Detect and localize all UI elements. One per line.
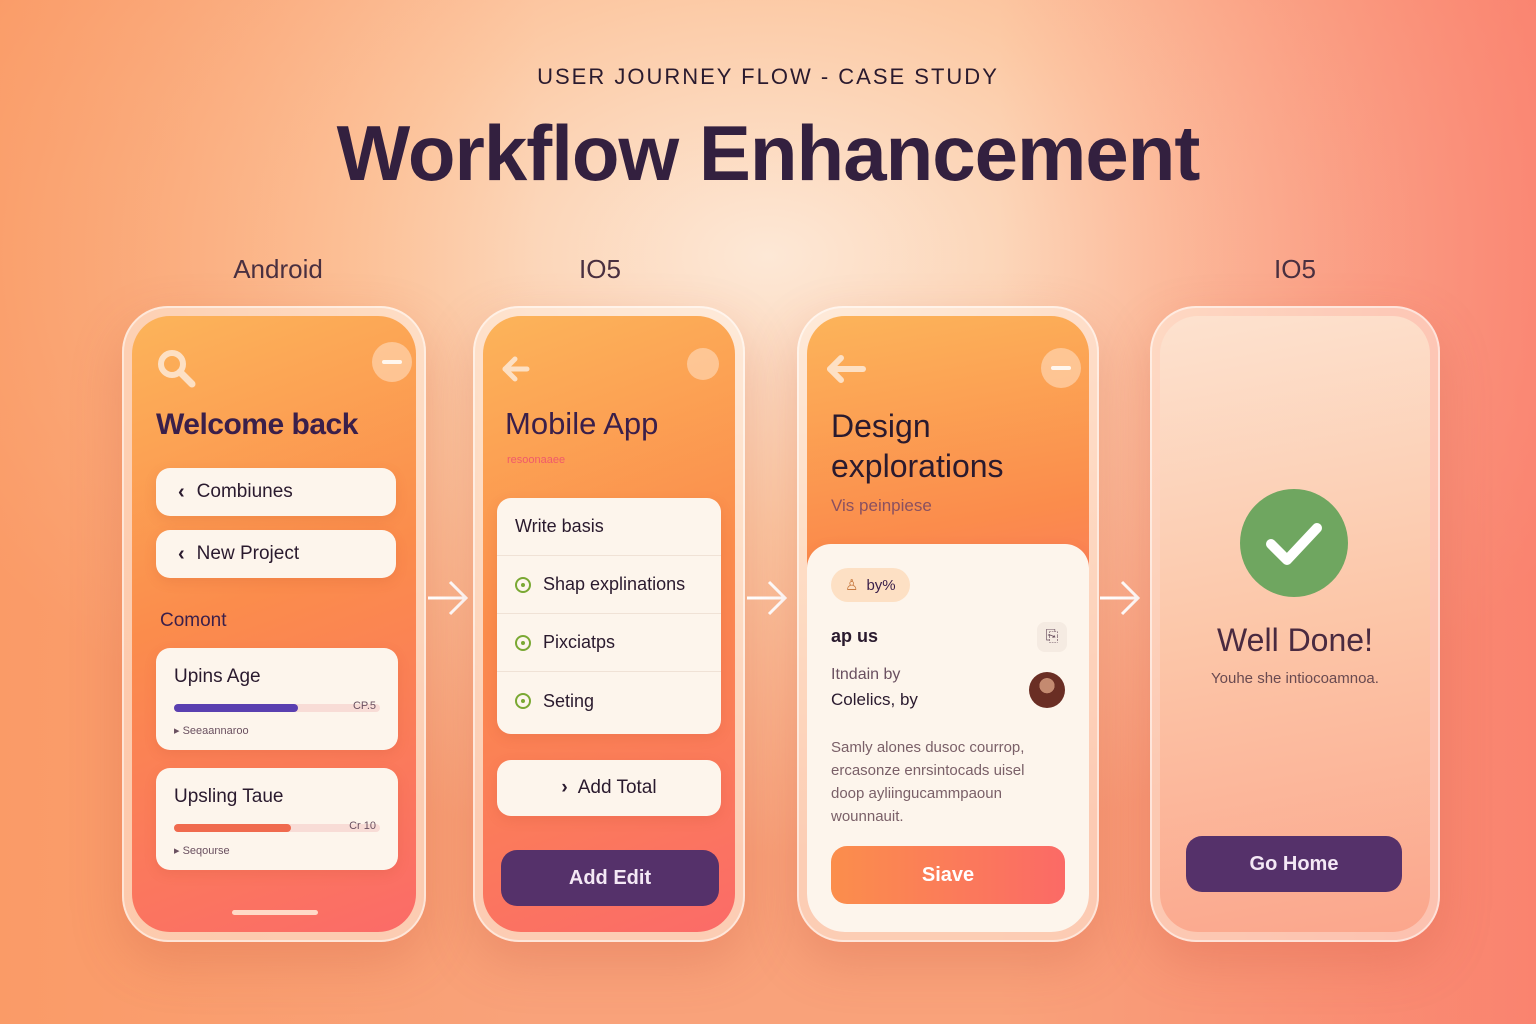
radio-icon	[515, 693, 531, 709]
attachment-icon[interactable]: ⎘	[1037, 622, 1067, 652]
combiunes-label: Combiunes	[196, 481, 293, 502]
progress-card-1[interactable]: Upins Age CP.5 ▸ Seeaannaroo	[156, 648, 398, 750]
platform-label-ios-2: IO5	[1274, 254, 1316, 284]
progress-value: Cr 10	[349, 820, 376, 832]
chevron-left-icon: ‹	[178, 542, 185, 565]
card-caption: ▸ Seeaannaroo	[174, 725, 249, 737]
meta-line-1: Itndain by	[831, 666, 901, 683]
save-button[interactable]: Siave	[831, 846, 1065, 904]
list-item[interactable]: Write basis	[497, 498, 721, 556]
add-edit-button[interactable]: Add Edit	[501, 850, 719, 906]
design-subtitle: Vis peinpiese	[831, 496, 932, 515]
home-indicator	[232, 910, 318, 915]
chevron-left-icon: ‹	[178, 480, 185, 503]
search-icon[interactable]	[154, 346, 198, 390]
list-item[interactable]: Pixciatрs	[497, 614, 721, 672]
radio-icon	[515, 634, 531, 651]
arrow-right-icon	[1100, 580, 1141, 616]
add-total-label: Add Total	[577, 777, 657, 798]
progress-card-2[interactable]: Upsling Taue Cr 10 ▸ Seqourse	[156, 768, 398, 870]
phone-ios-mobile-app: Mobile App resoonaaee Write basis Shap e…	[473, 306, 745, 942]
arrow-right-icon	[747, 580, 788, 616]
eyebrow-label: USER JOURNEY FLOW - CASE STUDY	[537, 64, 999, 89]
task-list: Write basis Shap explinations Pixciatрs …	[497, 498, 721, 734]
card-body-text: Samly alones dusoc courrop, ercasonze en…	[831, 739, 1025, 825]
welcome-title: Welcome back	[156, 408, 358, 441]
person-icon: ♙	[845, 577, 859, 594]
mobile-app-subtitle: resoonaaee	[507, 454, 566, 466]
card-caption: ▸ Seqourse	[174, 845, 230, 857]
screen-design-explorations: Design explorations Vis peinpiese ♙ by% …	[807, 316, 1089, 932]
tag-chip[interactable]: ♙ by%	[831, 568, 910, 602]
minus-icon[interactable]	[1041, 348, 1081, 388]
phone-design-explorations: Design explorations Vis peinpiese ♙ by% …	[797, 306, 1099, 942]
platform-label-ios: IO5	[579, 254, 621, 284]
progress-bar	[174, 704, 380, 712]
platform-label-android: Android	[233, 254, 323, 284]
combiunes-button[interactable]: ‹ Combiunes	[156, 468, 396, 516]
new-project-button[interactable]: ‹ New Project	[156, 530, 396, 578]
radio-icon	[515, 576, 531, 593]
detail-card: ♙ by% ap us ⎘ Itndain by Colelics, by Sa…	[807, 544, 1089, 932]
progress-fill	[174, 704, 298, 712]
add-total-button[interactable]: › Add Total	[497, 760, 721, 816]
success-subtitle: Youhe she intiocoamnoa.	[1211, 670, 1379, 687]
list-item[interactable]: Seting	[497, 672, 721, 730]
phone-android-welcome: Welcome back ‹ Combiunes ‹ New Project C…	[122, 306, 426, 942]
progress-value: CP.5	[352, 700, 376, 712]
section-label: Comont	[160, 610, 227, 631]
card-heading: ap us	[831, 626, 879, 646]
list-item[interactable]: Shap explinations	[497, 556, 721, 614]
go-home-button[interactable]: Go Home	[1186, 836, 1402, 892]
screen-welcome: Welcome back ‹ Combiunes ‹ New Project C…	[132, 316, 416, 932]
checkmark-icon	[1240, 489, 1348, 597]
avatar	[1029, 672, 1065, 708]
back-arrow-icon[interactable]	[825, 354, 867, 384]
new-project-label: New Project	[196, 543, 300, 564]
success-title: Well Done!	[1217, 622, 1373, 658]
chevron-right-icon: ›	[561, 777, 568, 798]
back-arrow-icon[interactable]	[501, 354, 531, 384]
screen-mobile-app: Mobile App resoonaaee Write basis Shap e…	[483, 316, 735, 932]
minus-icon[interactable]	[372, 342, 412, 382]
progress-fill	[174, 824, 292, 832]
design-title: Design explorations	[831, 408, 1004, 484]
mobile-app-title: Mobile App	[505, 406, 659, 441]
page-title: Workflow Enhancement	[336, 109, 1201, 197]
phone-ios-well-done: Well Done! Youhe she intiocoamnoa. Go Ho…	[1150, 306, 1440, 942]
screen-well-done: Well Done! Youhe she intiocoamnoa. Go Ho…	[1160, 316, 1430, 932]
arrow-right-icon	[428, 580, 469, 616]
profile-icon[interactable]	[687, 348, 719, 380]
card-title: Upins Age	[174, 666, 261, 687]
meta-line-2: Colelics, by	[831, 690, 918, 709]
card-title: Upsling Taue	[174, 786, 284, 807]
